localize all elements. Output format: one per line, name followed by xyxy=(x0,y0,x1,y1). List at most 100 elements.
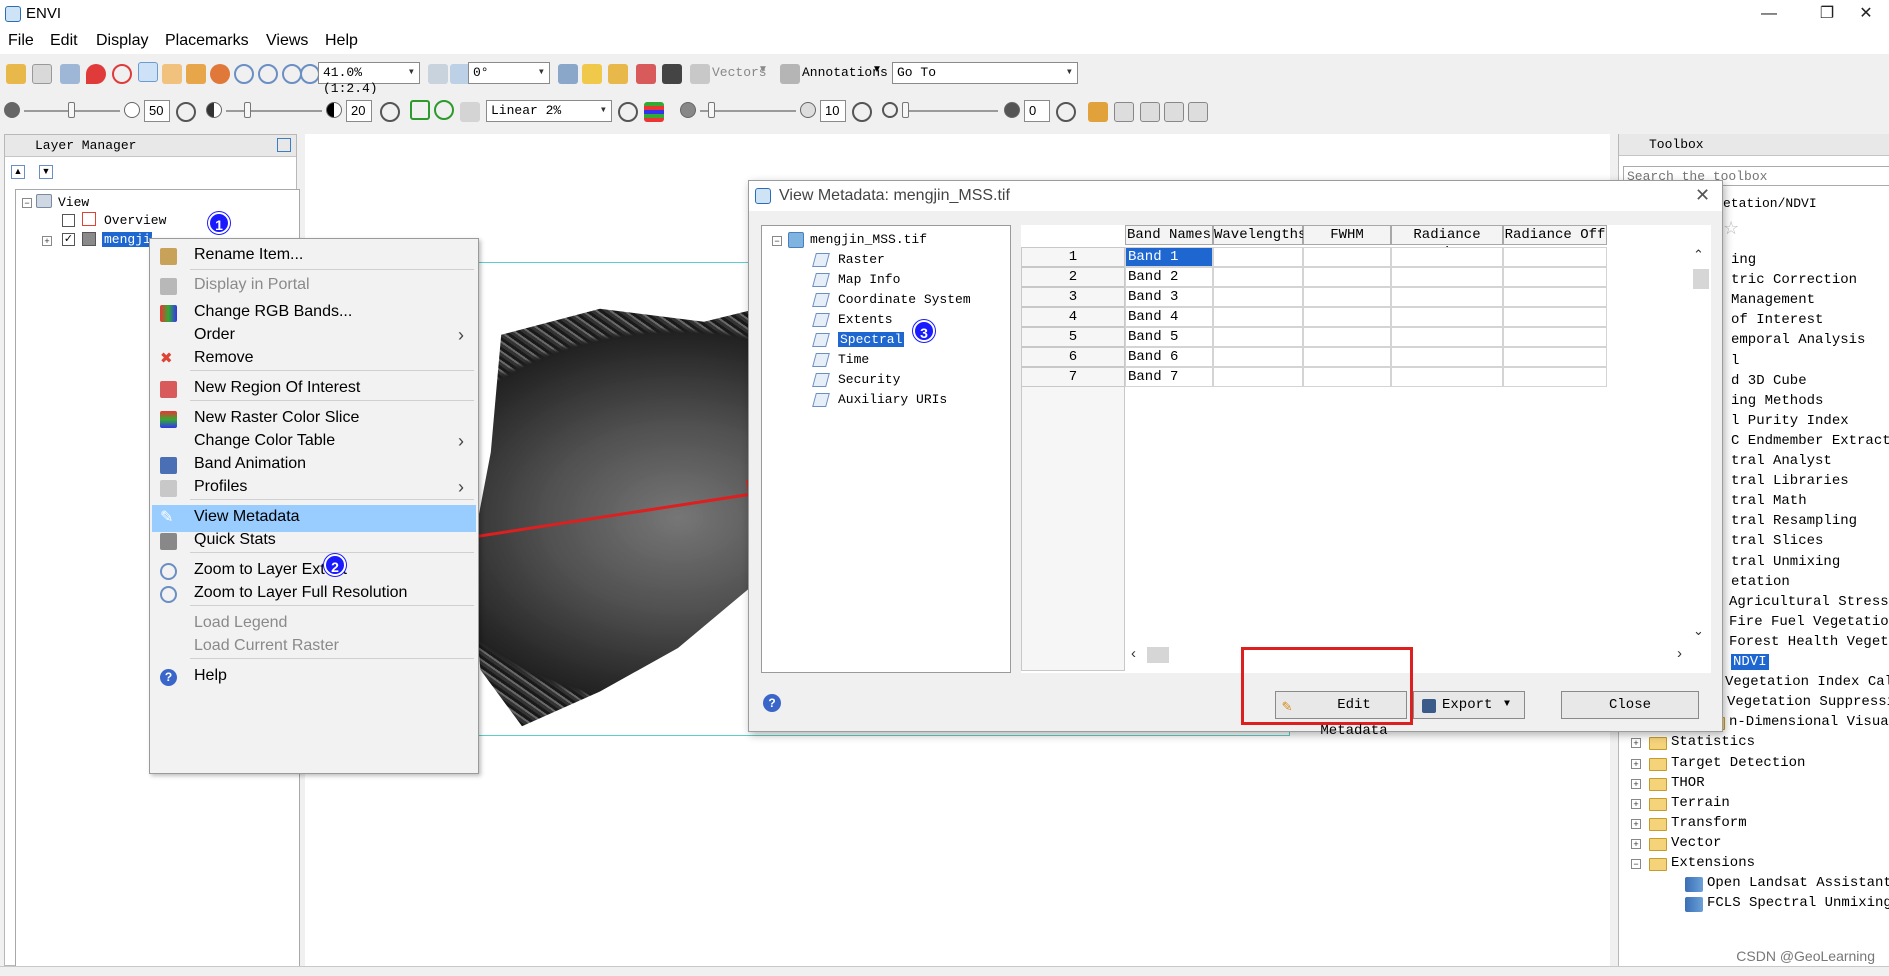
table-cell[interactable] xyxy=(1303,327,1391,347)
band-name-cell[interactable]: Band 3 xyxy=(1125,287,1213,307)
raster-file-icon xyxy=(788,232,804,248)
edit-metadata-button[interactable]: ✎ Edit Metadata xyxy=(1275,691,1407,739)
menu-item-label: Help xyxy=(194,667,227,684)
close-button[interactable]: Close xyxy=(1561,691,1699,719)
table-cell[interactable] xyxy=(1303,247,1391,267)
table-scroll-left-icon[interactable]: ‹ xyxy=(1131,645,1136,662)
table-scroll-up-icon[interactable]: ⌃ xyxy=(1693,247,1704,263)
metadata-node-auxiliary-uris[interactable]: Auxiliary URIs xyxy=(838,392,947,407)
table-cell[interactable] xyxy=(1303,367,1391,387)
row-number[interactable]: 1 xyxy=(1021,247,1125,267)
table-cell[interactable] xyxy=(1503,327,1607,347)
menu-item-label: Load Legend xyxy=(194,614,288,631)
export-button[interactable]: Export ▼ xyxy=(1413,691,1525,719)
band-name-cell[interactable]: Band 2 xyxy=(1125,267,1213,287)
table-cell[interactable] xyxy=(1391,327,1503,347)
table-cell[interactable] xyxy=(1213,247,1303,267)
edit-metadata-label: Edit Metadata xyxy=(1320,697,1388,739)
band-name-cell[interactable]: Band 4 xyxy=(1125,307,1213,327)
rgb-icon xyxy=(160,305,177,322)
dialog-title: View Metadata: mengjin_MSS.tif xyxy=(779,187,1010,204)
dialog-help-icon[interactable]: ? xyxy=(763,694,781,712)
menu-item-rename-item[interactable]: Rename Item... xyxy=(152,243,476,270)
band-name-cell[interactable]: Band 6 xyxy=(1125,347,1213,367)
pencil-icon: ✎ xyxy=(1282,698,1292,716)
band-name-cell[interactable]: Band 5 xyxy=(1125,327,1213,347)
menu-item-new-region-of-interest[interactable]: New Region Of Interest xyxy=(152,376,476,403)
table-cell[interactable] xyxy=(1391,347,1503,367)
column-header[interactable]: Radiance Off xyxy=(1503,225,1607,245)
table-cell[interactable] xyxy=(1391,367,1503,387)
dialog-app-icon xyxy=(755,188,771,204)
dialog-title-bar: View Metadata: mengjin_MSS.tif ✕ xyxy=(749,181,1722,211)
menu-item-label: New Raster Color Slice xyxy=(194,409,360,426)
row-number[interactable]: 4 xyxy=(1021,307,1125,327)
table-cell[interactable] xyxy=(1503,267,1607,287)
table-cell[interactable] xyxy=(1391,267,1503,287)
metadata-node-icon xyxy=(812,293,830,307)
table-cell[interactable] xyxy=(1213,367,1303,387)
row-number[interactable]: 2 xyxy=(1021,267,1125,287)
table-cell[interactable] xyxy=(1213,267,1303,287)
zoom-full-icon xyxy=(160,586,177,603)
table-cell[interactable] xyxy=(1391,247,1503,267)
metadata-node-extents[interactable]: Extents xyxy=(838,312,893,327)
stats-icon xyxy=(160,533,177,550)
table-scroll-down-icon[interactable]: ⌄ xyxy=(1693,623,1704,639)
table-cell[interactable] xyxy=(1503,287,1607,307)
metadata-node-map-info[interactable]: Map Info xyxy=(838,272,900,287)
band-name-cell[interactable]: Band 1 xyxy=(1125,247,1213,267)
table-cell[interactable] xyxy=(1391,307,1503,327)
table-cell[interactable] xyxy=(1303,267,1391,287)
table-cell[interactable] xyxy=(1213,287,1303,307)
column-header[interactable]: Band Names xyxy=(1125,225,1213,245)
zoom-extent-icon xyxy=(160,563,177,580)
table-cell[interactable] xyxy=(1303,347,1391,367)
table-cell[interactable] xyxy=(1503,247,1607,267)
metadata-node-raster[interactable]: Raster xyxy=(838,252,885,267)
menu-item-quick-stats[interactable]: Quick Stats xyxy=(152,528,476,555)
row-number[interactable]: 3 xyxy=(1021,287,1125,307)
table-cell[interactable] xyxy=(1503,307,1607,327)
menu-item-profiles[interactable]: Profiles › xyxy=(152,475,476,502)
table-cell[interactable] xyxy=(1503,367,1607,387)
metadata-table: Band NamesWavelengthsFWHMRadiance GainsR… xyxy=(1021,225,1711,673)
menu-item-label: Remove xyxy=(194,349,254,366)
menu-item-label: Profiles xyxy=(194,478,248,495)
table-cell[interactable] xyxy=(1303,307,1391,327)
metadata-node-security[interactable]: Security xyxy=(838,372,900,387)
step-badge-1: 1 xyxy=(208,212,230,234)
band-name-cell[interactable]: Band 7 xyxy=(1125,367,1213,387)
metadata-node-time[interactable]: Time xyxy=(838,352,869,367)
step-badge-2: 2 xyxy=(324,554,346,576)
animation-icon xyxy=(160,457,177,474)
menu-item-zoom-to-layer-full-resolution[interactable]: Zoom to Layer Full Resolution xyxy=(152,581,476,608)
menu-item-label: Zoom to Layer Full Resolution xyxy=(194,584,408,601)
dialog-close-icon[interactable]: ✕ xyxy=(1695,185,1710,206)
menu-item-help[interactable]: ? Help xyxy=(152,664,476,691)
column-header[interactable]: FWHM xyxy=(1303,225,1391,245)
metadata-node-coordinate-system[interactable]: Coordinate System xyxy=(838,292,971,307)
menu-item-remove[interactable]: ✖ Remove xyxy=(152,346,476,373)
column-header[interactable]: Radiance Gains xyxy=(1391,225,1503,261)
row-number[interactable]: 7 xyxy=(1021,367,1125,387)
table-cell[interactable] xyxy=(1303,287,1391,307)
table-cell[interactable] xyxy=(1213,327,1303,347)
table-cell[interactable] xyxy=(1391,287,1503,307)
remove-icon: ✖ xyxy=(160,350,173,367)
table-vscroll-thumb[interactable] xyxy=(1693,269,1709,289)
roi-icon xyxy=(160,381,177,398)
metadata-root-label[interactable]: mengjin_MSS.tif xyxy=(810,232,927,247)
table-scroll-right-icon[interactable]: › xyxy=(1677,645,1682,662)
table-cell[interactable] xyxy=(1213,307,1303,327)
table-cell[interactable] xyxy=(1503,347,1607,367)
metadata-node-spectral[interactable]: Spectral xyxy=(838,332,905,347)
row-number[interactable]: 5 xyxy=(1021,327,1125,347)
view-metadata-dialog: View Metadata: mengjin_MSS.tif ✕ − mengji… xyxy=(748,180,1723,739)
menu-item-label: Change Color Table xyxy=(194,432,336,449)
table-hscroll-thumb[interactable] xyxy=(1147,647,1169,663)
table-cell[interactable] xyxy=(1213,347,1303,367)
column-header[interactable]: Wavelengths xyxy=(1213,225,1306,245)
metadata-root-toggle[interactable]: − xyxy=(772,236,782,246)
row-number[interactable]: 6 xyxy=(1021,347,1125,367)
